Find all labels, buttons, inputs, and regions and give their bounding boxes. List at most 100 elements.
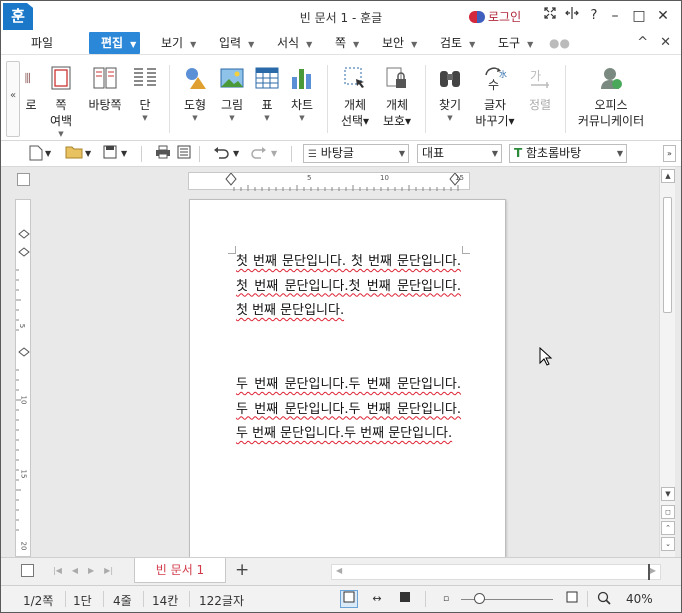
font-select[interactable]: T 함초롬바탕 ▼	[509, 144, 627, 163]
help-icon[interactable]: ?	[583, 6, 605, 26]
ruler-tab-selector[interactable]	[17, 173, 30, 186]
menu-view[interactable]: 보기 ▼	[161, 34, 196, 52]
object-select-icon	[344, 67, 364, 88]
chevron-down-icon[interactable]: ▼	[85, 145, 91, 163]
login-button[interactable]: 로그인	[469, 8, 521, 25]
first-tab-icon[interactable]: |◀	[53, 566, 62, 575]
chevron-down-icon: ▼	[411, 40, 418, 49]
menu-file-label: 파일	[31, 36, 54, 50]
status-page[interactable]: 1/2쪽	[23, 592, 53, 609]
fullscreen-icon[interactable]	[539, 6, 561, 26]
app-window: 훈 빈 문서 1 - 훈글 로그인 ? – □ ✕ 파일 편집 ▼ 보기 ▼ 입력 ▼…	[0, 0, 682, 613]
ribbon-scroll-left[interactable]: «	[6, 61, 20, 137]
chevron-down-icon: ▼	[130, 40, 137, 49]
page-up-button[interactable]: ⌃	[661, 521, 675, 535]
ruler-tick-label: 10	[380, 174, 389, 182]
scroll-up-button[interactable]: ▲	[661, 169, 675, 183]
ribbon-label: 개체 보호▾	[382, 98, 412, 128]
save-icon[interactable]	[103, 145, 117, 163]
ribbon-label: 표 ▼	[261, 98, 273, 122]
menu-edit[interactable]: 편집 ▼	[89, 32, 141, 54]
redo-icon[interactable]	[251, 145, 267, 163]
horizontal-ruler[interactable]: 5 10 15	[188, 172, 470, 191]
ribbon-object-protect-button[interactable]: 개체 보호▾	[379, 65, 415, 129]
ribbon-office-communicator-button[interactable]: 오피스 커뮤니케이터	[575, 65, 647, 129]
preview-icon[interactable]	[177, 145, 191, 163]
toolbar-expand-button[interactable]: »	[663, 145, 676, 162]
menu-review[interactable]: 검토 ▼	[440, 34, 475, 52]
split-view-icon[interactable]	[561, 6, 583, 26]
menu-insert[interactable]: 입력 ▼	[219, 34, 254, 52]
style-icon: ☰	[308, 149, 317, 160]
ribbon-label: 오피스 커뮤니케이터	[577, 98, 645, 128]
add-tab-button[interactable]: +	[235, 560, 249, 580]
menu-tools[interactable]: 도구 ▼	[498, 34, 533, 52]
paragraph[interactable]: 두 번째 문단입니다.두 번째 문단입니다.두 번째 문단입니다.두 번째 문단…	[236, 373, 461, 447]
vertical-ruler[interactable]: 5 10 15 20	[15, 199, 31, 557]
chevron-down-icon[interactable]: ▼	[233, 145, 239, 163]
next-tab-icon[interactable]: ▶	[88, 566, 94, 575]
style-select[interactable]: ☰ 바탕글 ▼	[303, 144, 409, 163]
find-icon	[440, 71, 460, 87]
last-tab-icon[interactable]: ▶|	[104, 566, 113, 575]
menu-review-label: 검토	[440, 36, 463, 50]
ribbon-collapse-button[interactable]: ^	[637, 35, 648, 50]
ribbon-sort-button[interactable]: 가 정렬	[523, 65, 557, 113]
picture-icon	[220, 68, 244, 88]
font-select-value: 함초롬바탕	[526, 146, 582, 160]
chevron-down-icon[interactable]: ▼	[271, 145, 277, 163]
scroll-down-button[interactable]: ▼	[661, 487, 675, 501]
ribbon-char-convert-button[interactable]: 수水 글자 바꾸기▾	[473, 65, 517, 129]
zoom-slider-knob[interactable]	[474, 593, 486, 604]
zoom-out-button[interactable]: ▫	[437, 590, 455, 608]
print-icon[interactable]	[155, 145, 171, 163]
minimize-button[interactable]: –	[603, 6, 627, 26]
view-width-button[interactable]: ↔	[368, 590, 386, 608]
doc-close-button[interactable]: ✕	[660, 35, 671, 50]
menu-page[interactable]: 쪽 ▼	[335, 34, 359, 52]
tab-nav: |◀ ◀ ▶ ▶|	[53, 566, 113, 575]
new-doc-icon[interactable]	[29, 145, 43, 163]
page-down-button[interactable]: ⌄	[661, 537, 675, 551]
outline-select[interactable]: 대표 ▼	[417, 144, 502, 163]
open-folder-icon[interactable]	[65, 145, 83, 163]
tab-list-icon[interactable]	[21, 564, 34, 577]
view-full-button[interactable]	[396, 590, 414, 608]
vertical-scrollbar[interactable]: ▲ ▼ ◻ ⌃ ⌄	[659, 167, 675, 557]
scroll-thumb[interactable]	[663, 197, 672, 313]
ribbon-shape-button[interactable]: 도형 ▼	[179, 65, 211, 122]
menu-security[interactable]: 보안 ▼	[382, 34, 417, 52]
ribbon-master-page-button[interactable]: 바탕쪽	[85, 65, 125, 113]
split-handle[interactable]	[648, 564, 656, 580]
ribbon-object-select-button[interactable]: 개체 선택▾	[337, 65, 373, 129]
zoom-level[interactable]: 40%	[626, 592, 653, 606]
ribbon-table-button[interactable]: 표 ▼	[253, 65, 281, 122]
ribbon-chart-button[interactable]: 차트 ▼	[287, 65, 317, 122]
ribbon-page-margin-button[interactable]: 쪽 여백 ▼	[45, 65, 77, 138]
paragraph[interactable]: 첫 번째 문단입니다. 첫 번째 문단입니다.첫 번째 문단입니다.첫 번째 문…	[236, 250, 461, 324]
chevron-down-icon: ▼	[353, 40, 360, 49]
extra-icon[interactable]: ●●	[549, 34, 570, 52]
tab-document[interactable]: 빈 문서 1	[134, 558, 226, 583]
zoom-icon[interactable]	[595, 590, 613, 608]
restore-button[interactable]: □	[627, 6, 651, 26]
scroll-left-icon[interactable]: ◀	[336, 566, 342, 575]
menu-file[interactable]: 파일	[31, 34, 53, 52]
ribbon-find-button[interactable]: 찾기 ▼	[435, 65, 465, 122]
zoom-in-button[interactable]	[563, 590, 581, 608]
horizontal-scrollbar[interactable]: ◀ ▶	[331, 564, 661, 580]
ribbon-picture-button[interactable]: 그림 ▼	[217, 65, 247, 122]
prev-page-button[interactable]: ◻	[661, 505, 675, 519]
master-page-icon	[93, 67, 117, 89]
undo-icon[interactable]	[213, 145, 229, 163]
prev-tab-icon[interactable]: ◀	[72, 566, 78, 575]
chevron-down-icon[interactable]: ▼	[121, 145, 127, 163]
ribbon-paper-button[interactable]: 로	[21, 65, 41, 113]
document-page[interactable]: 첫 번째 문단입니다. 첫 번째 문단입니다.첫 번째 문단입니다.첫 번째 문…	[189, 199, 506, 559]
view-page-button[interactable]	[340, 590, 358, 608]
ribbon-columns-button[interactable]: 단 ▼	[131, 65, 159, 122]
menu-format[interactable]: 서식 ▼	[277, 34, 312, 52]
close-button[interactable]: ✕	[651, 6, 675, 26]
chevron-down-icon[interactable]: ▼	[45, 145, 51, 163]
style-select-value: 바탕글	[320, 146, 354, 160]
